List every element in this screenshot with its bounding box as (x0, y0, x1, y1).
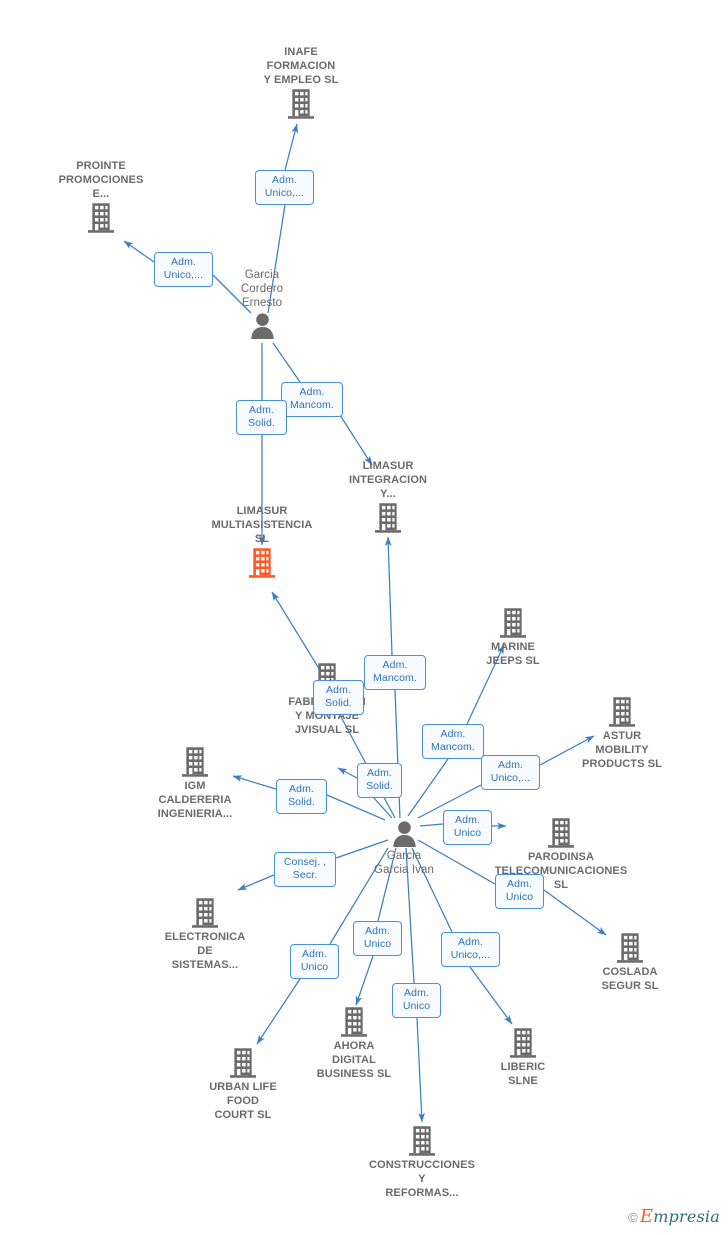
building-icon-highlighted (192, 548, 332, 578)
edge-ivan-to-coslada (543, 889, 607, 936)
relation-label-r14[interactable]: Adm. Unico (353, 921, 402, 956)
graph-node-astur[interactable]: ASTUR MOBILITY PRODUCTS SL (552, 697, 692, 771)
relation-label-r3[interactable]: Adm. Mancom. (281, 382, 343, 417)
relation-label-r17[interactable]: Adm. Unico (392, 983, 441, 1018)
graph-node-construcciones[interactable]: CONSTRUCCIONES Y REFORMAS... (352, 1126, 492, 1200)
node-label: LIMASUR MULTIASISTENCIA SL (211, 505, 313, 545)
edge-ivan-to-electronica (237, 874, 275, 891)
node-label: INAFE FORMACION Y EMPLEO SL (263, 46, 339, 86)
node-label: ELECTRONICA DE SISTEMAS... (164, 931, 246, 971)
building-icon (231, 89, 371, 119)
graph-node-coslada[interactable]: COSLADA SEGUR SL (560, 933, 700, 993)
relation-label-r5[interactable]: Adm. Mancom. (364, 655, 426, 690)
graph-node-liberic[interactable]: LIBERIC SLNE (453, 1028, 593, 1088)
graph-node-ernesto[interactable]: Garcia Cordero Ernesto (192, 268, 332, 339)
relation-label-r1[interactable]: Adm. Unico,... (255, 170, 314, 205)
edge-ivan-to-liberic (469, 966, 513, 1025)
node-label: PROINTE PROMOCIONES E... (58, 160, 144, 200)
node-label: URBAN LIFE FOOD COURT SL (209, 1081, 277, 1121)
relation-label-r16[interactable]: Adm. Unico (290, 944, 339, 979)
relation-label-r11[interactable]: Adm. Unico (443, 810, 492, 845)
brand-name: mpresia (653, 1207, 720, 1226)
empresia-watermark: © Empresia (628, 1206, 720, 1227)
relationship-graph-canvas[interactable]: INAFE FORMACION Y EMPLEO SL PROINTE PROMO… (0, 0, 728, 1235)
edge-ivan-to-fabricacion (373, 797, 393, 819)
building-icon (125, 747, 265, 777)
building-icon (352, 1126, 492, 1156)
graph-node-inafe[interactable]: INAFE FORMACION Y EMPLEO SL (231, 45, 371, 119)
node-label: Garcia Cordero Ernesto (240, 268, 284, 309)
edge-ivan-to-limasurint (384, 536, 393, 656)
node-label: Garcia Garcia Ivan (374, 849, 434, 876)
relation-label-r15[interactable]: Adm. Unico,... (441, 932, 500, 967)
relation-label-r8[interactable]: Adm. Unico,... (481, 755, 540, 790)
building-icon (135, 898, 275, 928)
graph-node-limasurint[interactable]: LIMASUR INTEGRACION Y... (318, 459, 458, 533)
graph-node-urbanlife[interactable]: URBAN LIFE FOOD COURT SL (173, 1048, 313, 1122)
building-icon (173, 1048, 313, 1078)
building-icon (552, 697, 692, 727)
graph-node-prointe[interactable]: PROINTE PROMOCIONES E... (31, 159, 171, 233)
graph-node-electronica[interactable]: ELECTRONICA DE SISTEMAS... (135, 898, 275, 972)
building-icon (491, 818, 631, 848)
building-icon (318, 503, 458, 533)
relation-label-r2[interactable]: Adm. Unico,... (154, 252, 213, 287)
graph-node-marine[interactable]: MARINE JEEPS SL (443, 608, 583, 668)
node-label: LIBERIC SLNE (500, 1061, 546, 1087)
building-icon (443, 608, 583, 638)
node-label: ASTUR MOBILITY PRODUCTS SL (582, 730, 662, 770)
relation-label-r10[interactable]: Adm. Solid. (276, 779, 327, 814)
relation-label-r12[interactable]: Consej. , Secr. (274, 852, 336, 887)
relation-label-r9[interactable]: Adm. Solid. (357, 763, 402, 798)
edge-ivan-to-igm (326, 794, 386, 821)
node-label: LIMASUR INTEGRACION Y... (348, 460, 428, 500)
relation-label-r13[interactable]: Adm. Unico (495, 874, 544, 909)
brand-initial: E (639, 1206, 654, 1227)
edge-ernesto-to-limasurint (337, 411, 373, 466)
edge-ivan-to-marine (407, 758, 449, 817)
building-icon (560, 933, 700, 963)
edge-ernesto-to-prointe (123, 240, 155, 263)
relation-label-r7[interactable]: Adm. Mancom. (422, 724, 484, 759)
copyright-symbol: © (628, 1210, 638, 1225)
relation-label-r6[interactable]: Adm. Solid. (313, 680, 364, 715)
graph-node-igm[interactable]: IGM CALDERERIA INGENIERIA... (125, 747, 265, 821)
node-label: MARINE JEEPS SL (486, 641, 540, 667)
building-icon (453, 1028, 593, 1058)
graph-node-limasurmulti[interactable]: LIMASUR MULTIASISTENCIA SL (192, 504, 332, 578)
edge-ernesto-to-inafe (284, 123, 298, 171)
edge-ernesto-to-limasurint (272, 342, 301, 383)
person-icon (192, 312, 332, 339)
node-label: CONSTRUCCIONES Y REFORMAS... (369, 1159, 475, 1199)
edge-ivan-to-ahora (355, 955, 374, 1006)
building-icon (31, 203, 171, 233)
edge-ivan-to-fabricacion (337, 767, 358, 779)
node-label: COSLADA SEGUR SL (601, 966, 659, 992)
node-label: IGM CALDERERIA INGENIERIA... (157, 780, 233, 820)
relation-label-r4[interactable]: Adm. Solid. (236, 400, 287, 435)
